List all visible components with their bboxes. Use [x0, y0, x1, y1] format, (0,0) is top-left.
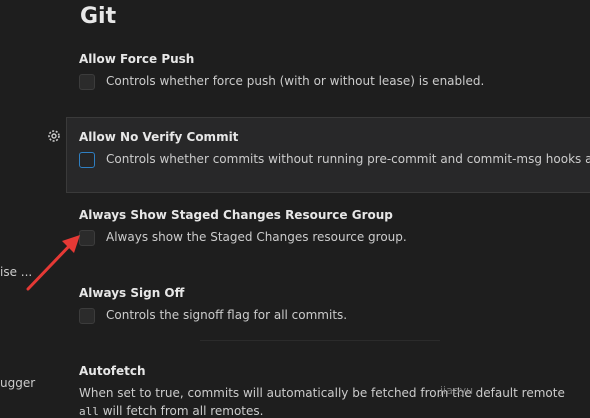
setting-description: Controls whether commits without running…	[106, 152, 590, 166]
code-all: all	[79, 405, 99, 418]
checkbox-allow-no-verify-commit[interactable]	[79, 152, 95, 168]
watermark: jiaoyu	[440, 384, 474, 397]
setting-title: Always Show Staged Changes Resource Grou…	[79, 208, 393, 222]
checkbox-allow-force-push[interactable]	[79, 74, 95, 90]
setting-description: Always show the Staged Changes resource …	[106, 230, 407, 244]
gear-icon[interactable]	[46, 128, 62, 144]
checkbox-always-sign-off[interactable]	[79, 308, 95, 324]
setting-title: Allow Force Push	[79, 52, 195, 66]
setting-description-line2: all will fetch from all remotes.	[79, 404, 263, 418]
setting-title: Always Sign Off	[79, 286, 185, 300]
sidebar-label-fragment-debugger[interactable]: ugger	[0, 376, 35, 390]
setting-description-text: will fetch from all remotes.	[98, 404, 264, 418]
setting-description: Controls whether force push (with or wit…	[106, 74, 485, 88]
divider	[200, 340, 440, 341]
setting-description-line1: When set to true, commits will automatic…	[79, 386, 565, 400]
setting-description: Controls the signoff flag for all commit…	[106, 308, 348, 322]
section-title: Git	[80, 4, 117, 29]
red-arrow-annotation-icon	[26, 235, 80, 291]
setting-title: Autofetch	[79, 364, 146, 378]
setting-title: Allow No Verify Commit	[79, 130, 239, 144]
